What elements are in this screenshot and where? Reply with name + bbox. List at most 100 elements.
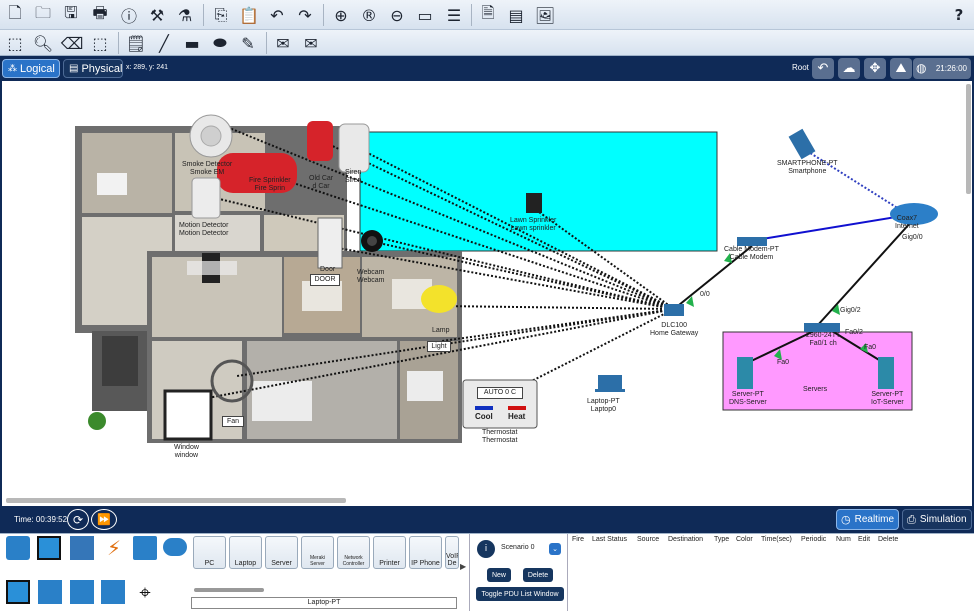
add-simple-pdu-icon[interactable]: ✉: [272, 32, 294, 54]
lamp-device[interactable]: [421, 285, 457, 313]
internet-port-label: Gig0/0: [902, 234, 923, 241]
device-tile-printer[interactable]: Printer: [373, 536, 406, 569]
save-icon[interactable]: 🖫: [60, 3, 82, 26]
draw-ellipse-icon[interactable]: ⬬: [209, 32, 231, 54]
home-gateway-device[interactable]: [664, 304, 684, 316]
device-tile-network-controller[interactable]: Network Controller: [337, 536, 370, 569]
activity-wizard-icon[interactable]: ⚒: [146, 4, 168, 26]
light-box-label: Light: [427, 341, 451, 352]
connections-category-icon[interactable]: ⚡: [102, 536, 126, 560]
undo-icon[interactable]: ↶: [266, 4, 288, 26]
smart-city-subcategory-icon[interactable]: [70, 580, 94, 604]
multiuser-category-icon[interactable]: [163, 538, 187, 556]
logical-workspace[interactable]: Smoke Detector Smoke EM Fire Sprinkler Fir…: [0, 81, 974, 506]
switch-device[interactable]: [804, 323, 840, 332]
info-icon[interactable]: ⓘ: [118, 4, 140, 26]
simulation-mode-button[interactable]: ⎙ Simulation: [902, 509, 972, 530]
siren-device[interactable]: [338, 123, 370, 173]
draw-rectangle-icon[interactable]: ▬: [181, 32, 203, 54]
new-scenario-button[interactable]: New: [487, 568, 511, 582]
viewport-clock[interactable]: ◍ 21:26:00: [913, 58, 971, 79]
fast-forward-icon[interactable]: ⏩: [91, 509, 117, 530]
redo-icon[interactable]: ↷: [294, 4, 316, 26]
draw-line-icon[interactable]: ╱: [153, 32, 175, 54]
tab-physical[interactable]: ▤ Physical: [63, 59, 123, 78]
toggle-pdu-list-button[interactable]: Toggle PDU List Window: [476, 587, 564, 601]
door-device[interactable]: [317, 217, 343, 269]
tab-logical[interactable]: ⁂ Logical: [2, 59, 60, 78]
cable-modem-device[interactable]: [737, 237, 767, 246]
time-bar: Time: 00:39:52 ⟳ ⏩ ◷ Realtime ⎙ Simulati…: [0, 506, 974, 533]
end-devices-category-icon[interactable]: [37, 536, 61, 560]
device-tiles-scrollbar[interactable]: [194, 588, 264, 592]
iot-port-label: Fa0: [864, 344, 877, 351]
dns-server-device[interactable]: [737, 357, 753, 389]
power-grid-subcategory-icon[interactable]: ⌖: [133, 580, 157, 604]
lawn-sprinkler-device[interactable]: [526, 193, 542, 213]
motion-detector-device[interactable]: [191, 177, 221, 219]
network-devices-category-icon[interactable]: [6, 536, 30, 560]
new-cluster-icon[interactable]: ☁: [838, 58, 860, 79]
scenario-dropdown-icon[interactable]: ⌄: [549, 543, 561, 555]
image-icon[interactable]: 🖼: [534, 4, 556, 26]
iot-server-device[interactable]: [878, 357, 894, 389]
select-icon[interactable]: ⬚: [4, 32, 26, 54]
bottom-panel: ⚡ ⌖ PC Laptop Server Meraki Server Netwo…: [0, 533, 974, 611]
cursor-coordinates: x: 289, y: 241: [126, 64, 169, 71]
move-object-icon[interactable]: ✥: [864, 58, 886, 79]
home-subcategory-icon[interactable]: [38, 580, 62, 604]
clock-text: 21:26:00: [935, 64, 967, 73]
device-tile-meraki-server[interactable]: Meraki Server: [301, 536, 334, 569]
laptop-device[interactable]: [598, 375, 622, 389]
device-tile-ip-phone[interactable]: IP Phone: [409, 536, 442, 569]
device-list-icon[interactable]: ▤: [505, 4, 527, 26]
collapse-panel-arrow-icon[interactable]: ▶: [460, 562, 466, 571]
device-tile-voip[interactable]: VoIP De: [445, 536, 459, 569]
new-file-icon[interactable]: 🗋: [4, 3, 26, 26]
power-cycle-icon[interactable]: ⟳: [67, 509, 89, 530]
set-background-icon[interactable]: ⛰: [890, 58, 912, 79]
delete-icon[interactable]: ⌫: [61, 32, 84, 54]
help-icon[interactable]: ?: [948, 4, 970, 26]
thermostat-mode-display: AUTO 0 C: [477, 387, 523, 399]
open-folder-icon[interactable]: 🗀: [32, 3, 54, 26]
pdu-col-header: Source: [637, 536, 660, 543]
end-devices-subcategory-icon[interactable]: [6, 580, 30, 604]
globe-icon: ◍: [916, 61, 927, 75]
zoom-reset-icon[interactable]: ®: [358, 4, 380, 26]
realtime-mode-button[interactable]: ◷ Realtime: [836, 509, 899, 530]
paste-icon[interactable]: 📋: [238, 4, 260, 26]
custom-device-icon[interactable]: ⚗: [174, 4, 196, 26]
place-note-icon[interactable]: 🗒: [125, 32, 147, 54]
add-complex-pdu-icon[interactable]: ✉: [300, 32, 322, 54]
inspect-icon[interactable]: 🔍︎: [32, 32, 54, 54]
print-icon[interactable]: 🖶: [89, 3, 111, 26]
pdu-col-header: Periodic: [801, 536, 827, 543]
industrial-subcategory-icon[interactable]: [101, 580, 125, 604]
clock-icon: ◷: [841, 513, 851, 526]
zoom-out-icon[interactable]: ⊖: [386, 4, 408, 26]
copy-icon[interactable]: ⎘: [210, 4, 232, 26]
freeform-icon[interactable]: ✎: [237, 32, 259, 54]
horizontal-scrollbar[interactable]: [6, 498, 346, 503]
vertical-scrollbar[interactable]: [966, 84, 971, 194]
device-tile-pc[interactable]: PC: [193, 536, 226, 569]
notes-icon[interactable]: 🗎: [477, 3, 499, 26]
back-icon[interactable]: ↶: [812, 58, 834, 79]
custom-devices-dialog-icon[interactable]: ☰: [443, 4, 465, 26]
scenario-info-icon[interactable]: i: [477, 540, 495, 558]
delete-scenario-button[interactable]: Delete: [523, 568, 553, 582]
logical-icon: ⁂: [8, 63, 17, 73]
drawing-palette-icon[interactable]: ▭: [414, 4, 436, 26]
device-tile-server[interactable]: Server: [265, 536, 298, 569]
root-label[interactable]: Root: [792, 63, 809, 72]
resize-shape-icon[interactable]: ⬚: [89, 32, 111, 54]
components-category-icon[interactable]: [70, 536, 94, 560]
window-device[interactable]: [163, 389, 213, 441]
scenario-select[interactable]: Scenario 0: [501, 544, 534, 551]
fire-sprinkler-label: Fire Sprinkler Fire Sprin: [249, 177, 291, 192]
device-tile-laptop[interactable]: Laptop: [229, 536, 262, 569]
misc-category-icon[interactable]: [133, 536, 157, 560]
fire-sprinkler-device[interactable]: [307, 121, 333, 161]
zoom-in-icon[interactable]: ⊕: [330, 4, 352, 26]
